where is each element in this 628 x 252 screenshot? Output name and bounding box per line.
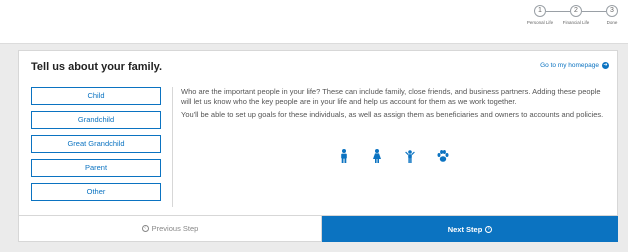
stepper-line — [582, 11, 606, 12]
previous-step-button[interactable]: ‹ Previous Step — [18, 216, 322, 242]
description-paragraph-1: Who are the important people in your lif… — [181, 87, 601, 106]
homepage-link[interactable]: Go to my homepage ➜ — [540, 62, 609, 69]
homepage-link-label: Go to my homepage — [540, 62, 599, 69]
description-paragraph-2: You'll be able to set up goals for these… — [181, 110, 604, 119]
child-icon — [405, 150, 415, 163]
next-step-label: Next Step — [447, 224, 483, 234]
description: Who are the important people in your lif… — [181, 87, 613, 123]
relationship-list: Child Grandchild Great Grandchild Parent… — [31, 87, 161, 207]
arrow-left-icon: ‹ — [141, 225, 149, 232]
step-2-label: Financial Life — [562, 20, 590, 25]
progress-stepper: 1 2 3 Personal Life Financial Life Done — [527, 5, 618, 41]
arrow-right-icon: ➜ — [602, 62, 609, 69]
family-icons — [337, 149, 450, 163]
child-button[interactable]: Child — [31, 87, 161, 105]
grandchild-button[interactable]: Grandchild — [31, 111, 161, 129]
top-bar: 1 2 3 Personal Life Financial Life Done — [0, 0, 628, 44]
step-1-label: Personal Life — [526, 20, 554, 25]
page-title: Tell us about your family. — [31, 61, 163, 73]
woman-icon — [373, 149, 381, 163]
step-1-circle: 1 — [534, 5, 546, 17]
step-2-circle: 2 — [570, 5, 582, 17]
step-3-label: Done — [606, 20, 618, 25]
family-card: Tell us about your family. Go to my home… — [18, 50, 618, 216]
step-3-circle: 3 — [606, 5, 618, 17]
paw-icon — [437, 150, 449, 162]
man-icon — [341, 149, 347, 163]
great-grandchild-button[interactable]: Great Grandchild — [31, 135, 161, 153]
other-button[interactable]: Other — [31, 183, 161, 201]
arrow-right-icon: › — [485, 225, 493, 233]
next-step-button[interactable]: Next Step › — [322, 216, 618, 242]
step-navigation: ‹ Previous Step Next Step › — [18, 216, 618, 242]
vertical-divider — [172, 87, 173, 207]
stepper-line — [546, 11, 570, 12]
parent-button[interactable]: Parent — [31, 159, 161, 177]
previous-step-label: Previous Step — [151, 224, 199, 233]
